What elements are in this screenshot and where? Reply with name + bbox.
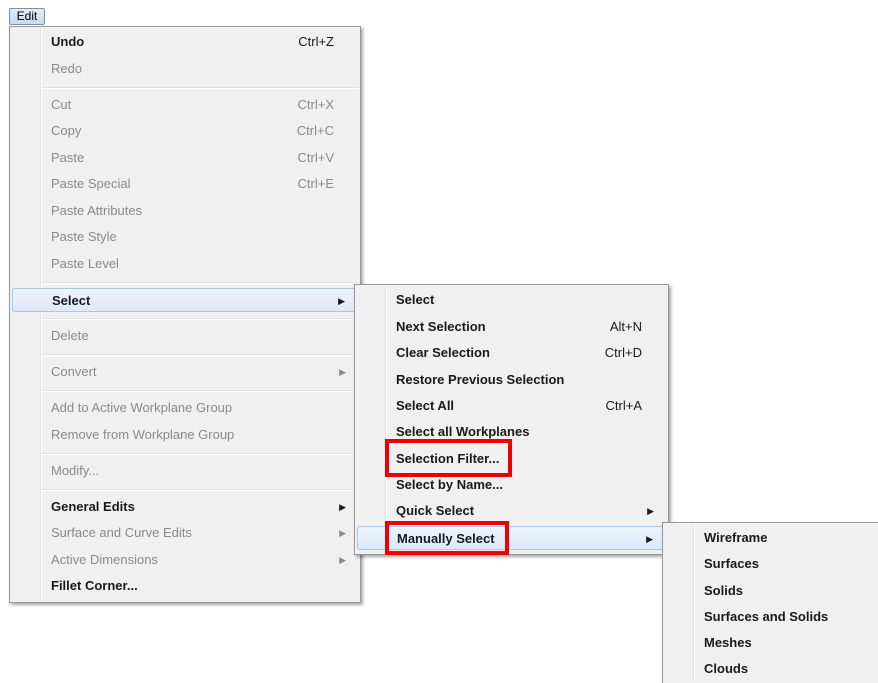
fillet-corner-item[interactable]: Fillet Corner... (12, 574, 358, 598)
select-by-name-item[interactable]: Select by Name... (357, 473, 666, 497)
cut-item[interactable]: Cut Ctrl+X (12, 93, 358, 117)
separator (42, 354, 358, 356)
paste-item[interactable]: Paste Ctrl+V (12, 146, 358, 170)
selection-filter-item[interactable]: Selection Filter... (357, 447, 666, 471)
clouds-item[interactable]: Clouds (665, 657, 876, 681)
paste-attributes-item[interactable]: Paste Attributes (12, 199, 358, 223)
separator (42, 318, 358, 320)
modify-item[interactable]: Modify... (12, 459, 358, 483)
edit-menu-button[interactable]: Edit (9, 8, 45, 25)
submenu-arrow-icon: ▶ (339, 555, 346, 565)
add-to-workplane-group-item[interactable]: Add to Active Workplane Group (12, 396, 358, 420)
separator (42, 87, 358, 89)
clear-selection-item[interactable]: Clear Selection Ctrl+D (357, 341, 666, 365)
restore-previous-selection-item[interactable]: Restore Previous Selection (357, 368, 666, 392)
submenu-arrow-icon: ▶ (338, 296, 345, 306)
separator (42, 453, 358, 455)
submenu-arrow-icon: ▶ (339, 502, 346, 512)
quick-select-item[interactable]: Quick Select ▶ (357, 499, 666, 523)
separator (42, 282, 358, 284)
meshes-item[interactable]: Meshes (665, 631, 876, 655)
surfaces-item[interactable]: Surfaces (665, 552, 876, 576)
manually-select-submenu: Wireframe Surfaces Solids Surfaces and S… (662, 522, 878, 683)
screen: Edit Undo Ctrl+Z Redo Cut Ctrl+X Copy Ct… (0, 0, 878, 683)
separator (42, 390, 358, 392)
surfaces-and-solids-item[interactable]: Surfaces and Solids (665, 605, 876, 629)
active-dimensions-item[interactable]: Active Dimensions ▶ (12, 548, 358, 572)
separator (42, 489, 358, 491)
general-edits-item[interactable]: General Edits ▶ (12, 495, 358, 519)
convert-item[interactable]: Convert ▶ (12, 360, 358, 384)
select-submenu: Select Next Selection Alt+N Clear Select… (354, 284, 669, 555)
submenu-arrow-icon: ▶ (646, 534, 653, 544)
submenu-arrow-icon: ▶ (339, 528, 346, 538)
select-submenu-item-select[interactable]: Select (357, 288, 666, 312)
edit-menu: Undo Ctrl+Z Redo Cut Ctrl+X Copy Ctrl+C … (9, 26, 361, 603)
delete-item[interactable]: Delete (12, 324, 358, 348)
select-all-workplanes-item[interactable]: Select all Workplanes (357, 420, 666, 444)
copy-item[interactable]: Copy Ctrl+C (12, 119, 358, 143)
select-item[interactable]: Select ▶ (12, 288, 358, 312)
solids-item[interactable]: Solids (665, 579, 876, 603)
redo-item[interactable]: Redo (12, 57, 358, 81)
submenu-arrow-icon: ▶ (339, 367, 346, 377)
next-selection-item[interactable]: Next Selection Alt+N (357, 315, 666, 339)
submenu-arrow-icon: ▶ (647, 506, 654, 516)
paste-special-item[interactable]: Paste Special Ctrl+E (12, 172, 358, 196)
surface-curve-edits-item[interactable]: Surface and Curve Edits ▶ (12, 521, 358, 545)
paste-style-item[interactable]: Paste Style (12, 225, 358, 249)
undo-item[interactable]: Undo Ctrl+Z (12, 30, 358, 54)
manually-select-item[interactable]: Manually Select ▶ (357, 526, 666, 550)
paste-level-item[interactable]: Paste Level (12, 252, 358, 276)
remove-from-workplane-group-item[interactable]: Remove from Workplane Group (12, 423, 358, 447)
select-all-item[interactable]: Select All Ctrl+A (357, 394, 666, 418)
wireframe-item[interactable]: Wireframe (665, 526, 876, 550)
